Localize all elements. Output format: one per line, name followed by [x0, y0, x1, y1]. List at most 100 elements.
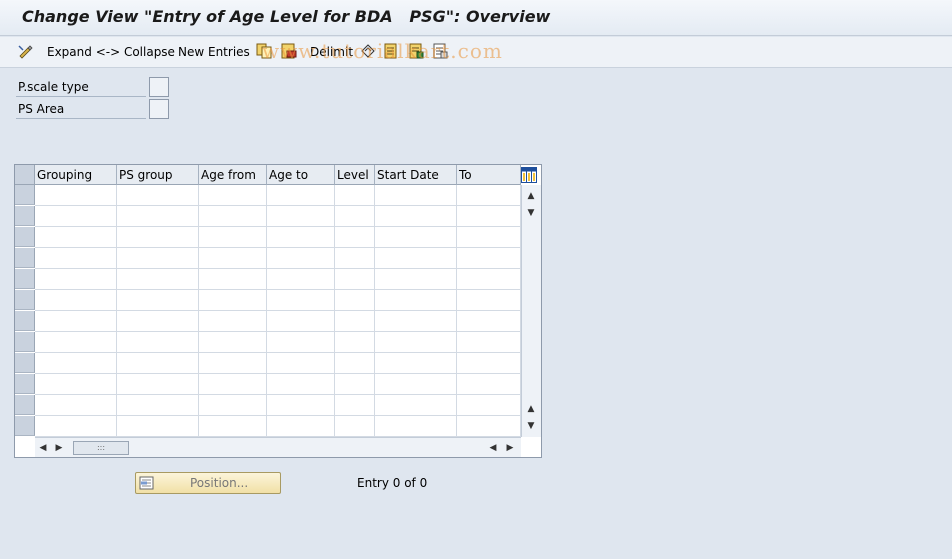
table-cell[interactable]: [35, 353, 117, 374]
row-selector[interactable]: [15, 185, 35, 205]
table-cell[interactable]: [117, 353, 199, 374]
horizontal-scroll-thumb[interactable]: :::: [73, 441, 129, 455]
table-cell[interactable]: [117, 311, 199, 332]
scroll-left-icon[interactable]: ◀: [37, 442, 49, 454]
table-cell[interactable]: [457, 332, 521, 353]
table-cell[interactable]: [335, 185, 375, 206]
column-header-age-from[interactable]: Age from: [199, 165, 267, 185]
row-selector[interactable]: [15, 395, 35, 415]
column-header-ps-group[interactable]: PS group: [117, 165, 199, 185]
table-cell[interactable]: [199, 290, 267, 311]
scroll-up-icon[interactable]: ▲: [525, 190, 537, 202]
table-cell[interactable]: [375, 185, 457, 206]
table-cell[interactable]: [199, 227, 267, 248]
table-cell[interactable]: [335, 248, 375, 269]
row-selector[interactable]: [15, 206, 35, 226]
column-header-level[interactable]: Level: [335, 165, 375, 185]
table-cell[interactable]: [117, 206, 199, 227]
table-cell[interactable]: [199, 332, 267, 353]
table-cell[interactable]: [375, 416, 457, 437]
table-cell[interactable]: [117, 332, 199, 353]
table-cell[interactable]: [335, 332, 375, 353]
table-cell[interactable]: [117, 248, 199, 269]
table-cell[interactable]: [199, 374, 267, 395]
undo-change-icon[interactable]: [360, 43, 376, 59]
table-cell[interactable]: [117, 227, 199, 248]
display-change-icon[interactable]: [18, 43, 34, 59]
table-cell[interactable]: [335, 416, 375, 437]
copy-as-icon[interactable]: [256, 43, 272, 59]
table-cell[interactable]: [457, 248, 521, 269]
table-cell[interactable]: [117, 395, 199, 416]
table-cell[interactable]: [375, 395, 457, 416]
row-selector[interactable]: [15, 290, 35, 310]
table-cell[interactable]: [457, 290, 521, 311]
table-cell[interactable]: [267, 332, 335, 353]
table-cell[interactable]: [35, 416, 117, 437]
table-cell[interactable]: [117, 185, 199, 206]
table-cell[interactable]: [335, 269, 375, 290]
new-entries-button[interactable]: New Entries: [178, 43, 250, 61]
table-cell[interactable]: [375, 248, 457, 269]
row-selector[interactable]: [15, 248, 35, 268]
table-cell[interactable]: [199, 353, 267, 374]
row-selector[interactable]: [15, 311, 35, 331]
table-cell[interactable]: [35, 206, 117, 227]
delimit-button[interactable]: Delimit: [310, 43, 353, 61]
horizontal-scrollbar[interactable]: ◀ ▶ ::: ◀ ▶: [35, 437, 521, 457]
table-cell[interactable]: [375, 311, 457, 332]
table-cell[interactable]: [375, 206, 457, 227]
expand-collapse-button[interactable]: Expand <-> Collapse: [47, 43, 175, 61]
select-block-icon[interactable]: [408, 43, 424, 59]
table-cell[interactable]: [117, 416, 199, 437]
table-cell[interactable]: [35, 269, 117, 290]
column-header-grouping[interactable]: Grouping: [35, 165, 117, 185]
table-cell[interactable]: [267, 353, 335, 374]
table-cell[interactable]: [335, 206, 375, 227]
vertical-scrollbar[interactable]: ▲ ▼ ▲ ▼: [521, 185, 541, 437]
table-cell[interactable]: [199, 206, 267, 227]
table-cell[interactable]: [457, 374, 521, 395]
table-cell[interactable]: [457, 227, 521, 248]
table-cell[interactable]: [375, 332, 457, 353]
table-cell[interactable]: [457, 311, 521, 332]
table-cell[interactable]: [199, 185, 267, 206]
delete-icon[interactable]: [281, 43, 297, 59]
scroll-down-icon[interactable]: ▼: [525, 420, 537, 432]
table-cell[interactable]: [375, 227, 457, 248]
select-all-rows-button[interactable]: [15, 165, 35, 185]
select-all-icon[interactable]: [383, 43, 399, 59]
table-cell[interactable]: [267, 374, 335, 395]
table-cell[interactable]: [117, 374, 199, 395]
table-settings-icon[interactable]: [521, 167, 537, 183]
table-cell[interactable]: [457, 395, 521, 416]
table-cell[interactable]: [375, 269, 457, 290]
table-cell[interactable]: [457, 416, 521, 437]
table-cell[interactable]: [267, 206, 335, 227]
table-cell[interactable]: [199, 248, 267, 269]
table-cell[interactable]: [199, 395, 267, 416]
table-cell[interactable]: [35, 311, 117, 332]
column-header-age-to[interactable]: Age to: [267, 165, 335, 185]
table-cell[interactable]: [335, 374, 375, 395]
row-selector[interactable]: [15, 374, 35, 394]
row-selector[interactable]: [15, 416, 35, 436]
scroll-far-right-icon[interactable]: ▶: [504, 442, 516, 454]
column-header-start-date[interactable]: Start Date: [375, 165, 457, 185]
table-cell[interactable]: [35, 227, 117, 248]
table-cell[interactable]: [335, 395, 375, 416]
table-cell[interactable]: [375, 374, 457, 395]
table-cell[interactable]: [199, 311, 267, 332]
table-cell[interactable]: [35, 290, 117, 311]
table-cell[interactable]: [35, 395, 117, 416]
table-cell[interactable]: [335, 290, 375, 311]
table-cell[interactable]: [457, 206, 521, 227]
row-selector[interactable]: [15, 332, 35, 352]
row-selector[interactable]: [15, 353, 35, 373]
table-cell[interactable]: [335, 353, 375, 374]
table-cell[interactable]: [375, 290, 457, 311]
table-cell[interactable]: [35, 185, 117, 206]
table-cell[interactable]: [199, 416, 267, 437]
table-cell[interactable]: [267, 311, 335, 332]
ps-area-input[interactable]: [149, 99, 169, 119]
